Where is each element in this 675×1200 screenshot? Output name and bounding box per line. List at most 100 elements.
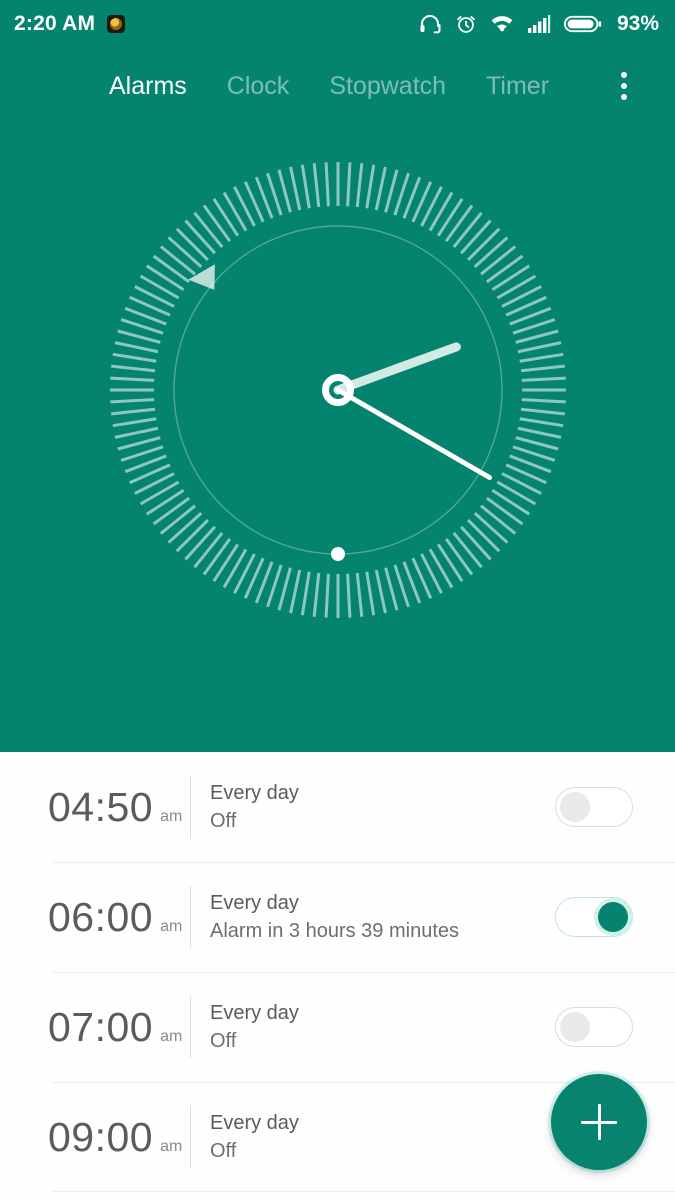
clock-tick bbox=[192, 211, 223, 248]
clock-tick bbox=[109, 376, 154, 382]
clock-tick bbox=[114, 341, 158, 354]
tab-timer[interactable]: Timer bbox=[486, 72, 549, 101]
clock-tick bbox=[175, 227, 209, 261]
plus-icon bbox=[597, 1104, 601, 1140]
alarm-time: 06:00 am bbox=[0, 896, 190, 938]
clock-tick bbox=[491, 264, 530, 292]
toggle-knob bbox=[598, 902, 628, 932]
clock-tick bbox=[383, 169, 398, 213]
alarm-time-meridiem: am bbox=[160, 807, 183, 825]
clock-tick bbox=[183, 525, 216, 561]
more-options-icon[interactable] bbox=[611, 66, 637, 106]
toggle-knob bbox=[560, 1012, 590, 1042]
clock-tick bbox=[428, 548, 453, 589]
clock-minute-hand bbox=[335, 387, 492, 480]
clock-hero-panel: 2:20 AM 93% Alarms Clock Stopwatch Timer bbox=[0, 0, 675, 752]
clock-tick bbox=[145, 488, 184, 516]
headphones-icon bbox=[420, 15, 441, 34]
clock-tick bbox=[116, 436, 161, 451]
clock-tick bbox=[288, 166, 301, 211]
alarm-status: Off bbox=[210, 810, 237, 832]
clock-tick bbox=[444, 204, 473, 243]
clock-tick bbox=[436, 197, 463, 237]
alarm-toggle[interactable] bbox=[555, 897, 633, 937]
alarm-indicator-triangle bbox=[187, 264, 215, 290]
clock-tick bbox=[152, 496, 190, 526]
table-row[interactable]: 07:00 am Every day Off bbox=[0, 972, 675, 1082]
clock-tick bbox=[374, 569, 387, 614]
clock-tick bbox=[374, 166, 387, 211]
alarm-status: Off bbox=[210, 1030, 237, 1052]
clock-tick bbox=[175, 519, 209, 553]
table-row[interactable]: 06:00 am Every day Alarm in 3 hours 39 m… bbox=[0, 862, 675, 972]
add-alarm-button[interactable] bbox=[551, 1074, 647, 1170]
status-bar-clock: 2:20 AM bbox=[14, 12, 96, 35]
clock-second-dot bbox=[330, 547, 345, 561]
clock-tick bbox=[202, 537, 231, 576]
clock-tick bbox=[139, 480, 179, 506]
alarm-time-value: 09:00 bbox=[48, 1113, 154, 1160]
table-row[interactable]: 04:50 am Every day Off bbox=[0, 752, 675, 862]
tab-bar: Alarms Clock Stopwatch Timer bbox=[0, 58, 675, 114]
clock-tick bbox=[479, 245, 516, 276]
tab-clock[interactable]: Clock bbox=[227, 72, 290, 101]
clock-tick bbox=[479, 504, 516, 535]
alarm-time-value: 04:50 bbox=[48, 783, 154, 830]
clock-tick bbox=[300, 571, 311, 616]
cellular-signal-icon bbox=[527, 15, 551, 33]
clock-tick bbox=[521, 398, 566, 404]
clock-tick bbox=[473, 512, 508, 544]
clock-tick bbox=[324, 573, 330, 618]
clock-tick bbox=[355, 572, 363, 617]
clock-tick bbox=[496, 274, 536, 300]
menu-dot bbox=[621, 83, 627, 89]
clock-tick bbox=[459, 525, 492, 561]
battery-icon bbox=[563, 15, 602, 33]
clock-tick bbox=[364, 164, 375, 209]
clock-tick bbox=[485, 496, 523, 526]
clock-tick bbox=[496, 480, 536, 506]
wifi-icon bbox=[491, 16, 513, 32]
clock-tick bbox=[520, 364, 565, 373]
clock-tick bbox=[444, 537, 473, 576]
tab-alarms[interactable]: Alarms bbox=[109, 72, 187, 101]
clock-tick bbox=[436, 543, 463, 583]
battery-percentage: 93% bbox=[616, 12, 659, 35]
clock-tick bbox=[288, 569, 301, 614]
clock-tick bbox=[518, 352, 563, 363]
clock-tick bbox=[116, 329, 161, 344]
clock-tick bbox=[192, 532, 223, 569]
alarm-info: Every day Off bbox=[191, 781, 299, 833]
clock-tick bbox=[159, 245, 196, 276]
status-bar: 2:20 AM 93% bbox=[0, 0, 675, 48]
alarm-info: Every day Off bbox=[191, 1001, 299, 1053]
tab-stopwatch[interactable]: Stopwatch bbox=[329, 72, 446, 101]
clock-tick bbox=[466, 227, 500, 261]
alarm-repeat: Every day bbox=[210, 1002, 299, 1024]
alarm-time-meridiem: am bbox=[160, 917, 183, 935]
clock-tick bbox=[110, 407, 155, 416]
alarm-repeat: Every day bbox=[210, 1112, 299, 1134]
menu-dot bbox=[621, 72, 627, 78]
alarm-toggle[interactable] bbox=[555, 1007, 633, 1047]
clock-tick bbox=[212, 197, 239, 237]
clock-tick bbox=[167, 512, 202, 544]
analog-clock-face bbox=[109, 162, 566, 618]
analog-clock bbox=[0, 110, 675, 690]
alarm-info: Every day Off bbox=[191, 1111, 299, 1163]
alarm-time-meridiem: am bbox=[160, 1027, 183, 1045]
clock-tick bbox=[514, 329, 559, 344]
clock-tick bbox=[521, 376, 566, 382]
alarm-toggle[interactable] bbox=[555, 787, 633, 827]
clock-hour-hand bbox=[333, 342, 461, 395]
clock-tick bbox=[491, 488, 530, 516]
alarm-time-meridiem: am bbox=[160, 1137, 183, 1155]
clock-tick bbox=[518, 417, 563, 428]
clock-tick bbox=[114, 426, 158, 439]
clock-tick bbox=[222, 548, 247, 589]
alarm-repeat: Every day bbox=[210, 892, 299, 914]
toggle-knob bbox=[560, 792, 590, 822]
clock-tick bbox=[110, 364, 155, 373]
clock-tick bbox=[520, 407, 565, 416]
clock-tick bbox=[152, 254, 190, 284]
